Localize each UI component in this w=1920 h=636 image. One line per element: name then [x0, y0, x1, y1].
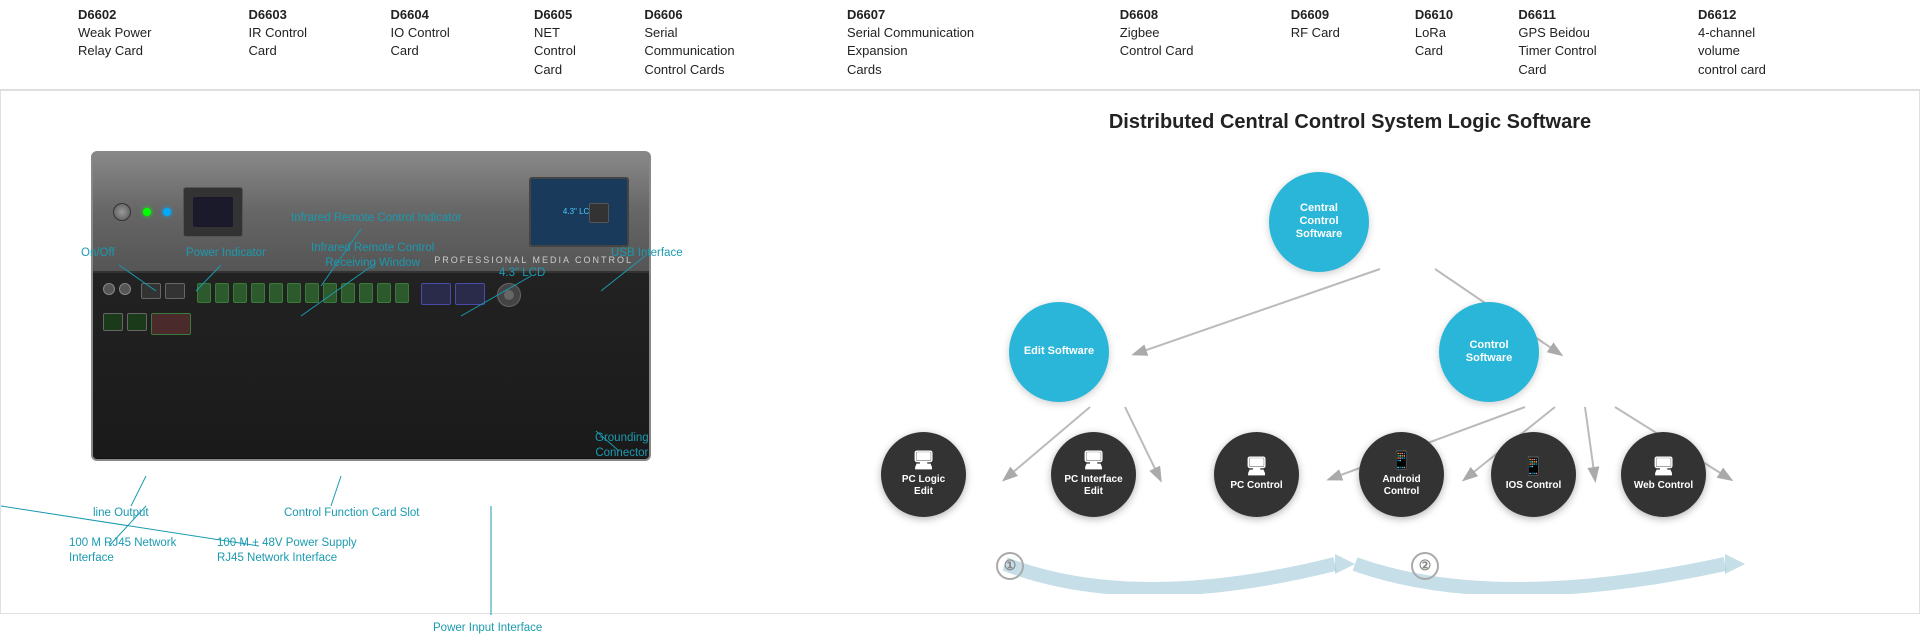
conn-5 — [269, 283, 283, 303]
main-content: 4.3" LCD PROFESSIONAL MEDIA CONTROL — [0, 90, 1920, 614]
cell-d6602: D6602Weak PowerRelay Card — [70, 4, 241, 81]
rj45-1 — [141, 283, 161, 299]
node-android: 📱 AndroidControl — [1359, 432, 1444, 517]
logic-title: Distributed Central Control System Logic… — [811, 111, 1889, 134]
label-lcd: 4.3" LCD — [499, 266, 545, 281]
knob-1 — [113, 203, 131, 221]
audio-out-2 — [119, 283, 131, 295]
conn-7 — [305, 283, 319, 303]
led-power — [143, 208, 151, 216]
cell-d6604: D6604IO ControlCard — [383, 4, 526, 81]
conn-10 — [359, 283, 373, 303]
label-onoff: On/Off — [81, 246, 115, 261]
ir-window — [183, 187, 243, 237]
label-power-input: Power Input Interface — [433, 621, 542, 636]
diagram-section: 4.3" LCD PROFESSIONAL MEDIA CONTROL — [1, 91, 781, 613]
label-line-output: line Output — [93, 506, 149, 521]
number-2: ② — [1411, 552, 1439, 580]
label-infrared-indicator: Infrared Remote Control Indicator — [291, 211, 462, 226]
cell-d6607: D6607Serial CommunicationExpansionCards — [839, 4, 1112, 81]
cell-d6610: D6610LoRaCard — [1407, 4, 1511, 81]
label-grounding: GroundingConnector — [595, 431, 649, 461]
node-central: CentralControlSoftware — [1269, 172, 1369, 272]
lcd-screen: 4.3" LCD — [529, 177, 629, 247]
node-edit: Edit Software — [1009, 302, 1109, 402]
large-conn-1 — [421, 283, 451, 305]
conn-2 — [215, 283, 229, 303]
node-pc-interface: 🖥 PC InterfaceEdit — [1051, 432, 1136, 517]
logic-section: Distributed Central Control System Logic… — [781, 91, 1919, 613]
brand-label: PROFESSIONAL MEDIA CONTROL — [434, 255, 633, 265]
rj45-4 — [127, 313, 147, 331]
label-infrared-window: Infrared Remote ControlReceiving Window — [311, 241, 434, 271]
conn-1 — [197, 283, 211, 303]
cell-d6609: D6609RF Card — [1283, 4, 1407, 81]
label-power-rj45: 100 M + 48V Power SupplyRJ45 Network Int… — [217, 536, 357, 566]
top-table-section: D6602Weak PowerRelay Card D6603IR Contro… — [0, 0, 1920, 90]
led-indicator — [163, 208, 171, 216]
node-web: 🖥 Web Control — [1621, 432, 1706, 517]
usb-port — [589, 203, 609, 223]
cell-d6611: D6611GPS BeidouTimer ControlCard — [1510, 4, 1690, 81]
label-control-function: Control Function Card Slot — [284, 506, 420, 521]
node-ios: 📱 IOS Control — [1491, 432, 1576, 517]
cell-d6608: D6608ZigbeeControl Card — [1112, 4, 1283, 81]
node-control: ControlSoftware — [1439, 302, 1539, 402]
label-network-100m: 100 M RJ45 NetworkInterface — [69, 536, 176, 566]
device-image: 4.3" LCD PROFESSIONAL MEDIA CONTROL — [91, 151, 651, 461]
label-power-indicator: Power Indicator — [186, 246, 266, 261]
logic-diagram: CentralControlSoftware Edit Software Con… — [811, 164, 1889, 594]
conn-8 — [323, 283, 337, 303]
cell-d6605: D6605NETControlCard — [526, 4, 636, 81]
rj45-2 — [165, 283, 185, 299]
node-pc-logic: 🖥 PC LogicEdit — [881, 432, 966, 517]
ground-connector — [497, 283, 521, 307]
conn-11 — [377, 283, 391, 303]
conn-3 — [233, 283, 247, 303]
large-conn-2 — [455, 283, 485, 305]
device-bottom-panel — [93, 273, 649, 458]
node-pc-control: 🖥 PC Control — [1214, 432, 1299, 517]
conn-12 — [395, 283, 409, 303]
conn-6 — [287, 283, 301, 303]
connector-row-1 — [103, 283, 639, 307]
conn-4 — [251, 283, 265, 303]
rj45-3 — [103, 313, 123, 331]
label-usb: USB Interface — [611, 246, 683, 261]
number-1: ① — [996, 552, 1024, 580]
cell-d6612: D66124-channelvolumecontrol card — [1690, 4, 1850, 81]
connector-row-2 — [103, 313, 639, 335]
audio-out-1 — [103, 283, 115, 295]
pwr-conn — [151, 313, 191, 335]
cell-d6603: D6603IR ControlCard — [241, 4, 383, 81]
conn-9 — [341, 283, 355, 303]
cell-d6606: D6606SerialCommunicationControl Cards — [636, 4, 839, 81]
